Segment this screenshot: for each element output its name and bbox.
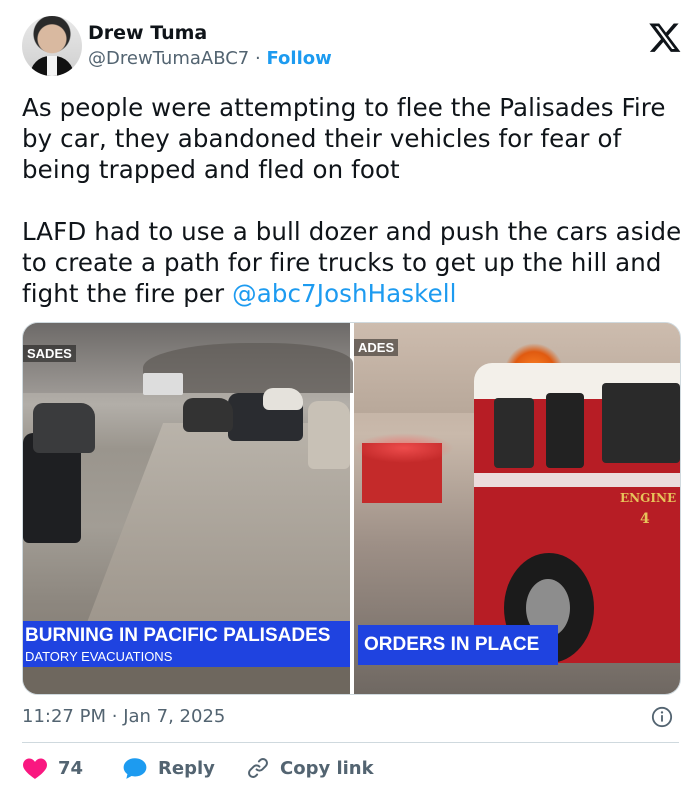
reply-button[interactable]: Reply xyxy=(122,752,215,784)
like-button[interactable]: 74 xyxy=(22,752,83,784)
avatar[interactable] xyxy=(22,16,82,76)
like-count: 74 xyxy=(58,757,84,779)
tweet-meta: 11:27 PM · Jan 7, 2025 xyxy=(22,706,225,727)
tweet-date[interactable]: Jan 7, 2025 xyxy=(123,706,225,727)
link-icon xyxy=(248,758,268,778)
meta-separator: · xyxy=(111,706,118,727)
reply-label: Reply xyxy=(158,757,215,779)
tweet-paragraph-2: LAFD had to use a bull dozer and push th… xyxy=(22,216,682,309)
author-handle-row: @DrewTumaABC7 · Follow xyxy=(88,48,332,69)
tweet-paragraph-1: As people were attempting to flee the Pa… xyxy=(22,93,666,184)
left-chyron: BURNING IN PACIFIC PALISADES DATORY EVAC… xyxy=(23,621,350,667)
media-grid: SADES BURNING IN PACIFIC PALISADES DATOR… xyxy=(22,322,681,695)
copy-link-button[interactable]: Copy link xyxy=(246,752,374,784)
handle-separator: · xyxy=(255,48,261,69)
copy-link-label: Copy link xyxy=(280,757,374,779)
tweet-time[interactable]: 11:27 PM xyxy=(22,706,106,727)
media-image-right[interactable]: ENGINE 4 ADES ORDERS IN PLACE xyxy=(354,323,680,694)
reply-bubble-icon xyxy=(123,758,147,779)
avatar-shirt xyxy=(47,56,57,76)
heart-icon xyxy=(23,758,47,779)
author-name[interactable]: Drew Tuma xyxy=(88,22,207,44)
tweet-text: As people were attempting to flee the Pa… xyxy=(22,92,682,309)
left-chyron-line1: BURNING IN PACIFIC PALISADES xyxy=(25,625,331,646)
left-corner-tag: SADES xyxy=(23,345,76,362)
truck-engine-label: ENGINE xyxy=(620,491,677,505)
mention-link[interactable]: @abc7JoshHaskell xyxy=(232,279,456,308)
right-chyron: ORDERS IN PLACE xyxy=(358,625,558,665)
tweet-header: Drew Tuma @DrewTumaABC7 · Follow xyxy=(22,14,682,78)
right-chyron-line1: ORDERS IN PLACE xyxy=(364,634,540,655)
left-chyron-line2: DATORY EVACUATIONS xyxy=(25,649,173,664)
media-image-left[interactable]: SADES BURNING IN PACIFIC PALISADES DATOR… xyxy=(23,323,353,694)
right-corner-tag: ADES xyxy=(354,339,399,356)
x-logo-icon[interactable] xyxy=(648,20,682,54)
truck-engine-number: 4 xyxy=(640,511,650,527)
info-icon[interactable] xyxy=(651,706,673,728)
follow-button[interactable]: Follow xyxy=(266,48,331,69)
divider xyxy=(22,742,679,743)
action-bar: 74 Reply Copy link xyxy=(22,752,682,784)
author-handle[interactable]: @DrewTumaABC7 xyxy=(88,48,249,69)
